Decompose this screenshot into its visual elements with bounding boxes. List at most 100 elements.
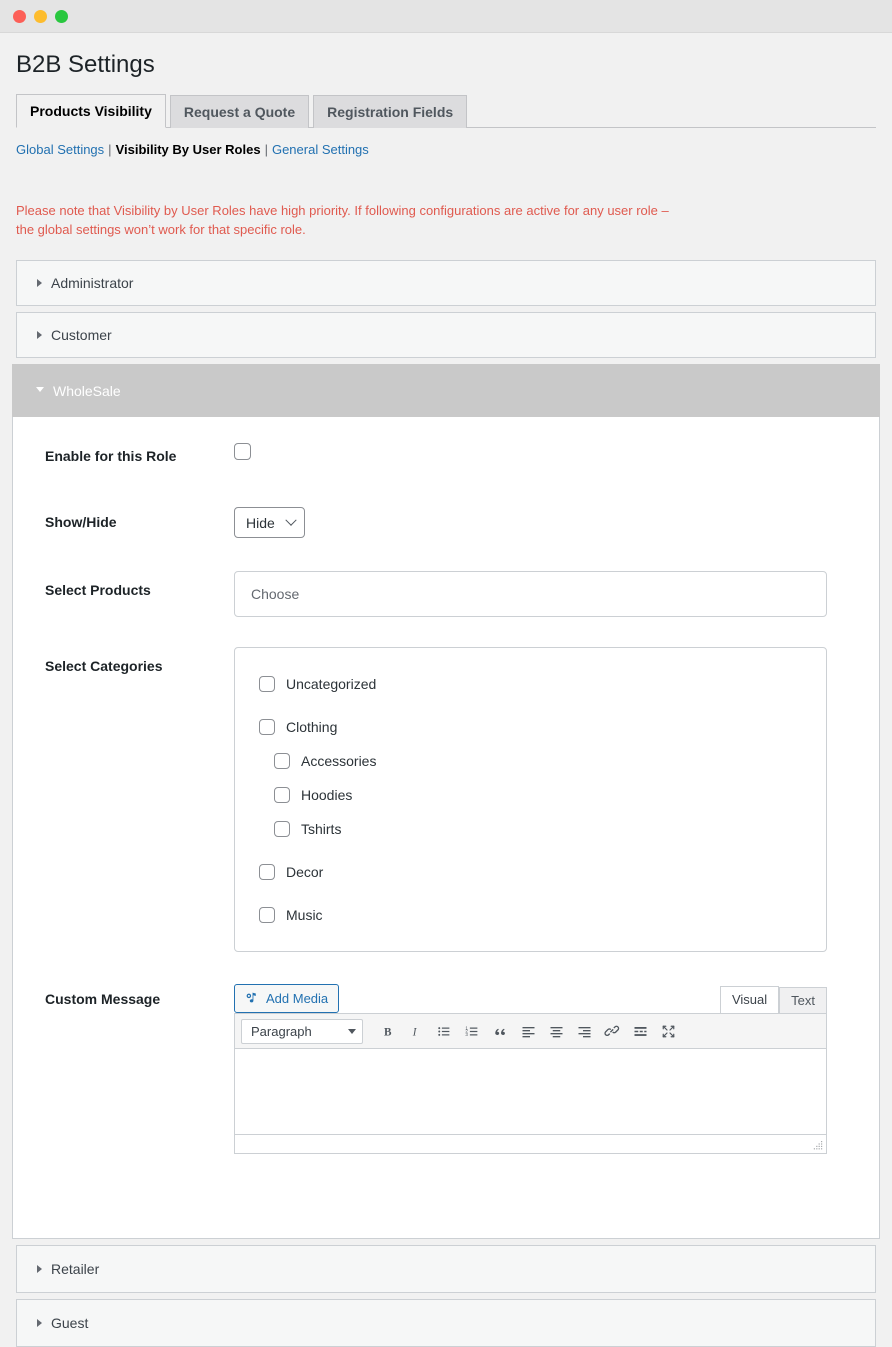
show-hide-select-value: Hide xyxy=(246,515,275,531)
category-label-uncategorized: Uncategorized xyxy=(286,676,376,692)
tab-request-a-quote[interactable]: Request a Quote xyxy=(170,95,309,128)
form-row-products: Select Products xyxy=(13,553,879,632)
category-label-tshirts: Tshirts xyxy=(301,821,341,837)
select-products-field[interactable] xyxy=(234,571,827,617)
window-titlebar xyxy=(0,0,892,33)
align-right-icon[interactable] xyxy=(570,1017,598,1045)
window-close-button[interactable] xyxy=(13,10,26,23)
align-center-icon[interactable] xyxy=(542,1017,570,1045)
editor-content-area[interactable] xyxy=(234,1049,827,1134)
label-show-hide: Show/Hide xyxy=(13,485,234,553)
category-checkbox-decor[interactable] xyxy=(259,864,275,880)
category-row-decor[interactable]: Decor xyxy=(235,860,826,884)
category-checkbox-accessories[interactable] xyxy=(274,753,290,769)
role-body-wholesale: Enable for this Role Show/Hide Hide xyxy=(12,417,880,1239)
chevron-right-icon xyxy=(37,331,42,339)
svg-text:3: 3 xyxy=(465,1032,468,1037)
form-row-categories: Select Categories Uncategorized Clothing xyxy=(13,632,879,967)
subnav-item-global-settings[interactable]: Global Settings xyxy=(16,142,104,157)
window-maximize-button[interactable] xyxy=(55,10,68,23)
svg-text:I: I xyxy=(411,1026,417,1038)
fullscreen-icon[interactable] xyxy=(654,1017,682,1045)
category-label-hoodies: Hoodies xyxy=(301,787,352,803)
label-enable-for-this-role: Enable for this Role xyxy=(13,417,234,485)
form-row-custom-message: Custom Message xyxy=(13,967,879,1169)
role-panel-customer[interactable]: Customer xyxy=(16,312,876,358)
enable-for-this-role-checkbox[interactable] xyxy=(234,443,251,460)
paragraph-format-select[interactable]: Paragraph xyxy=(241,1019,363,1044)
category-row-hoodies[interactable]: Hoodies xyxy=(235,783,826,807)
paragraph-format-value: Paragraph xyxy=(251,1024,312,1039)
blockquote-icon[interactable] xyxy=(486,1017,514,1045)
role-label-retailer: Retailer xyxy=(51,1261,99,1277)
tab-products-visibility[interactable]: Products Visibility xyxy=(16,94,166,128)
bold-icon[interactable]: B xyxy=(374,1017,402,1045)
subnav-item-visibility-by-user-roles[interactable]: Visibility By User Roles xyxy=(116,142,261,157)
category-label-clothing: Clothing xyxy=(286,719,337,735)
visibility-settings-form: Enable for this Role Show/Hide Hide xyxy=(13,417,879,1169)
label-select-products: Select Products xyxy=(13,553,234,632)
svg-text:B: B xyxy=(384,1026,392,1038)
select-products-input[interactable] xyxy=(251,586,303,602)
form-row-showhide: Show/Hide Hide xyxy=(13,485,879,553)
tab-registration-fields[interactable]: Registration Fields xyxy=(313,95,467,128)
bulleted-list-icon[interactable] xyxy=(430,1017,458,1045)
role-header-customer[interactable]: Customer xyxy=(17,313,875,357)
role-label-guest: Guest xyxy=(51,1315,88,1331)
category-row-accessories[interactable]: Accessories xyxy=(235,749,826,773)
window-minimize-button[interactable] xyxy=(34,10,47,23)
editor-mode-tabs: Visual Text xyxy=(720,986,827,1013)
label-select-categories: Select Categories xyxy=(13,632,234,967)
role-header-retailer[interactable]: Retailer xyxy=(17,1246,875,1292)
category-row-uncategorized[interactable]: Uncategorized xyxy=(235,672,826,696)
editor-tab-text[interactable]: Text xyxy=(779,987,827,1013)
custom-message-editor: Add Media Visual Text Paragr xyxy=(234,980,827,1154)
editor-top-bar: Add Media Visual Text xyxy=(234,980,827,1013)
editor-tab-visual[interactable]: Visual xyxy=(720,986,779,1013)
category-checkbox-clothing[interactable] xyxy=(259,719,275,735)
role-panel-retailer[interactable]: Retailer xyxy=(16,1245,876,1293)
category-label-accessories: Accessories xyxy=(301,753,376,769)
role-label-administrator: Administrator xyxy=(51,275,133,291)
priority-notice-line-2: the global settings won’t work for that … xyxy=(16,220,676,239)
chevron-down-icon xyxy=(285,514,296,525)
subnav: Global Settings|Visibility By User Roles… xyxy=(16,128,876,160)
insert-read-more-icon[interactable] xyxy=(626,1017,654,1045)
role-label-customer: Customer xyxy=(51,327,112,343)
caret-down-icon xyxy=(348,1029,356,1034)
priority-notice-line-1: Please note that Visibility by User Role… xyxy=(16,201,676,220)
category-checkbox-tshirts[interactable] xyxy=(274,821,290,837)
role-header-administrator[interactable]: Administrator xyxy=(17,261,875,305)
subnav-item-general-settings[interactable]: General Settings xyxy=(272,142,369,157)
role-label-wholesale: WholeSale xyxy=(53,383,121,399)
editor-toolbar: Paragraph B I xyxy=(234,1013,827,1049)
italic-icon[interactable]: I xyxy=(402,1017,430,1045)
category-checkbox-hoodies[interactable] xyxy=(274,787,290,803)
user-roles-accordion-bottom: Retailer Guest xyxy=(16,1245,876,1347)
category-row-tshirts[interactable]: Tshirts xyxy=(235,817,826,841)
page-container: B2B Settings Products Visibility Request… xyxy=(0,33,892,1339)
add-media-button[interactable]: Add Media xyxy=(234,984,339,1013)
subnav-separator-1: | xyxy=(104,142,115,157)
show-hide-select[interactable]: Hide xyxy=(234,507,305,538)
chevron-down-icon xyxy=(36,387,44,396)
tab-bar: Products Visibility Request a Quote Regi… xyxy=(16,94,876,128)
category-row-clothing[interactable]: Clothing xyxy=(235,715,826,739)
editor-status-bar xyxy=(234,1134,827,1154)
role-header-guest[interactable]: Guest xyxy=(17,1300,875,1346)
role-panel-guest[interactable]: Guest xyxy=(16,1299,876,1347)
numbered-list-icon[interactable]: 1 2 3 xyxy=(458,1017,486,1045)
role-panel-administrator[interactable]: Administrator xyxy=(16,260,876,306)
category-checkbox-music[interactable] xyxy=(259,907,275,923)
select-categories-box: Uncategorized Clothing Accessories xyxy=(234,647,827,952)
link-icon[interactable] xyxy=(598,1017,626,1045)
editor-resize-handle[interactable] xyxy=(812,1139,823,1150)
media-icon xyxy=(244,991,259,1006)
page-title: B2B Settings xyxy=(16,33,876,94)
category-row-music[interactable]: Music xyxy=(235,903,826,927)
role-header-wholesale[interactable]: WholeSale xyxy=(12,364,880,417)
category-checkbox-uncategorized[interactable] xyxy=(259,676,275,692)
align-left-icon[interactable] xyxy=(514,1017,542,1045)
subnav-separator-2: | xyxy=(261,142,272,157)
category-label-music: Music xyxy=(286,907,323,923)
